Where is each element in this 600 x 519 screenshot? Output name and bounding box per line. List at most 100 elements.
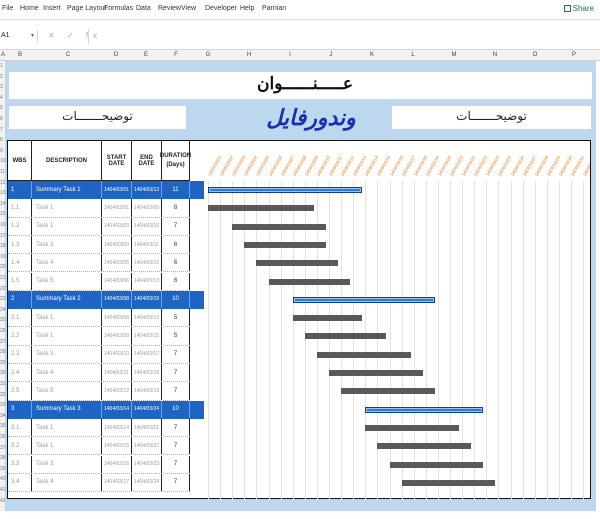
start-date-cell[interactable]: 1404/03/12 xyxy=(102,382,132,400)
table-row[interactable]: 2.5 Task 5 1404/03/12 1404/03/19 7 xyxy=(8,382,190,401)
formula-input[interactable] xyxy=(88,29,600,44)
ribbon-tab-developer[interactable]: Developer xyxy=(205,5,237,12)
row-header[interactable]: 4 xyxy=(0,95,3,101)
ribbon-tab-home[interactable]: Home xyxy=(20,5,39,12)
share-button[interactable]: Share xyxy=(563,4,594,13)
duration-cell[interactable]: 11 xyxy=(162,181,190,199)
description-cell[interactable]: Task 3 xyxy=(32,455,102,473)
description-cell[interactable]: Summary Task 3 xyxy=(32,400,102,418)
start-date-cell[interactable]: 1404/03/17 xyxy=(102,473,132,492)
wbs-cell[interactable]: 1.5 xyxy=(8,272,32,290)
task-gantt-bar[interactable] xyxy=(389,461,484,468)
duration-cell[interactable]: 7 xyxy=(162,382,190,400)
start-date-cell[interactable]: 1404/03/08 xyxy=(102,290,132,309)
column-header-d[interactable]: D xyxy=(114,52,118,58)
row-header[interactable]: 30 xyxy=(0,370,6,376)
wbs-cell[interactable]: 3 xyxy=(8,400,32,418)
duration-cell[interactable]: 7 xyxy=(162,473,190,492)
table-row[interactable]: 2.4 Task 4 1404/03/11 1404/03/18 7 xyxy=(8,364,190,383)
task-gantt-bar[interactable] xyxy=(256,260,339,267)
ribbon-tab-formulas[interactable]: Formulas xyxy=(104,5,133,12)
row-header[interactable]: 21 xyxy=(0,275,6,281)
end-date-cell[interactable]: 1404/03/18 xyxy=(132,364,162,382)
start-date-cell[interactable]: 1404/03/03 xyxy=(102,217,132,235)
ribbon-tab-insert[interactable]: Insert xyxy=(43,5,61,12)
task-gantt-bar[interactable] xyxy=(292,315,363,322)
row-header[interactable]: 28 xyxy=(0,349,6,355)
row-header[interactable]: 40 xyxy=(0,476,6,482)
row-header[interactable]: 27 xyxy=(0,339,6,345)
end-date-cell[interactable]: 1404/03/21 xyxy=(132,418,162,437)
duration-cell[interactable]: 7 xyxy=(162,217,190,235)
ribbon-tab-file[interactable]: File xyxy=(2,5,13,12)
start-date-cell[interactable]: 1404/03/09 xyxy=(102,327,132,345)
description-cell[interactable]: Task 1 xyxy=(32,199,102,217)
end-date-cell[interactable]: 1404/03/22 xyxy=(132,437,162,455)
chevron-down-icon[interactable]: ▾ xyxy=(31,32,34,39)
row-header[interactable]: 33 xyxy=(0,402,6,408)
description-cell[interactable]: Summary Task 1 xyxy=(32,181,102,199)
column-header-e[interactable]: E xyxy=(144,52,148,58)
summary-gantt-bar[interactable] xyxy=(208,187,363,193)
row-header[interactable]: 34 xyxy=(0,413,6,419)
row-header[interactable]: 2 xyxy=(0,74,3,80)
wbs-cell[interactable]: 2 xyxy=(8,290,32,309)
wbs-cell[interactable]: 2.1 xyxy=(8,309,32,327)
header-wbs[interactable]: WBS xyxy=(8,141,32,181)
wbs-cell[interactable]: 2.3 xyxy=(8,345,32,363)
row-header[interactable]: 16 xyxy=(0,222,6,228)
task-gantt-bar[interactable] xyxy=(316,351,411,358)
description-cell[interactable]: Task 5 xyxy=(32,382,102,400)
start-date-cell[interactable]: 1404/03/05 xyxy=(102,254,132,272)
ribbon-tab-review[interactable]: Review xyxy=(158,5,181,12)
row-header[interactable]: 38 xyxy=(0,455,6,461)
table-row[interactable]: 1.3 Task 3 1404/03/03 1404/03/11 6 xyxy=(8,235,190,255)
task-gantt-bar[interactable] xyxy=(244,241,326,248)
duration-cell[interactable]: 10 xyxy=(162,290,190,309)
row-header[interactable]: 3 xyxy=(0,84,3,90)
column-header-f[interactable]: F xyxy=(174,52,178,58)
column-header-o[interactable]: O xyxy=(533,52,538,58)
description-cell[interactable]: Task 4 xyxy=(32,473,102,492)
row-header[interactable]: 13 xyxy=(0,190,6,196)
header-duration[interactable]: DURATION (Days) xyxy=(160,141,191,181)
title-cell[interactable]: عـــــنــــــوان xyxy=(9,72,592,99)
summary-row[interactable]: 2 Summary Task 2 1404/03/08 1404/03/19 10 xyxy=(8,290,190,310)
start-date-cell[interactable]: 1404/03/03 xyxy=(102,235,132,254)
description-cell[interactable]: Task 1 xyxy=(32,437,102,455)
column-header-p[interactable]: P xyxy=(572,52,576,58)
end-date-cell[interactable]: 1404/03/10 xyxy=(132,217,162,235)
end-date-cell[interactable]: 1404/03/24 xyxy=(132,473,162,492)
task-gantt-bar[interactable] xyxy=(341,388,435,395)
header-description[interactable]: DESCRIPTION xyxy=(32,141,102,181)
summary-row[interactable]: 3 Summary Task 3 1404/03/14 1404/03/24 10 xyxy=(8,400,190,419)
duration-cell[interactable]: 6 xyxy=(162,235,190,254)
table-row[interactable]: 1.4 Task 4 1404/03/05 1404/03/12 6 xyxy=(8,254,190,273)
end-date-cell[interactable]: 1404/03/24 xyxy=(132,400,162,418)
row-header[interactable]: 14 xyxy=(0,201,6,207)
table-row[interactable]: 1.5 Task 5 1404/03/06 1404/03/13 6 xyxy=(8,272,190,291)
row-header[interactable]: 6 xyxy=(0,116,3,122)
end-date-cell[interactable]: 1404/03/13 xyxy=(132,272,162,290)
duration-cell[interactable]: 5 xyxy=(162,309,190,327)
wbs-cell[interactable]: 2.5 xyxy=(8,382,32,400)
duration-cell[interactable]: 5 xyxy=(162,327,190,345)
row-header[interactable]: 7 xyxy=(0,127,3,133)
wbs-cell[interactable]: 3.3 xyxy=(8,455,32,473)
end-date-cell[interactable]: 1404/03/23 xyxy=(132,455,162,473)
description-cell[interactable]: Task 1 xyxy=(32,327,102,345)
wbs-cell[interactable]: 1.3 xyxy=(8,235,32,254)
column-header-g[interactable]: G xyxy=(206,52,211,58)
header-start-date[interactable]: START DATE xyxy=(102,141,132,181)
description-cell[interactable]: Task 3 xyxy=(32,345,102,363)
task-gantt-bar[interactable] xyxy=(208,205,314,212)
description-right-cell[interactable]: توضیحـــــــات xyxy=(392,106,591,129)
task-gantt-bar[interactable] xyxy=(304,333,387,340)
duration-cell[interactable]: 10 xyxy=(162,400,190,418)
column-header-c[interactable]: C xyxy=(66,52,70,58)
task-gantt-bar[interactable] xyxy=(377,443,472,450)
name-box[interactable]: A1 ▾ xyxy=(0,30,38,43)
table-row[interactable]: 3.1 Task 1 1404/03/14 1404/03/21 7 xyxy=(8,418,190,438)
start-date-cell[interactable]: 1404/03/01 xyxy=(102,199,132,217)
description-left-cell[interactable]: توضیحـــــــات xyxy=(9,106,186,129)
